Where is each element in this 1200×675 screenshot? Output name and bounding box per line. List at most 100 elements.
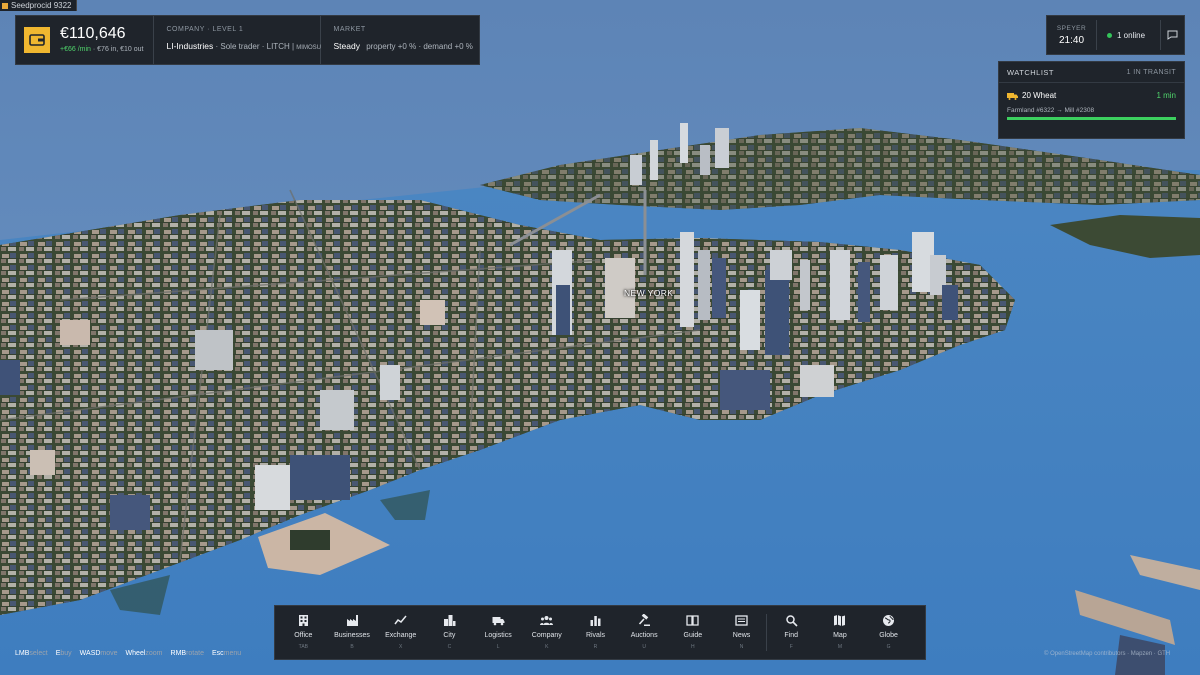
hint: LMBselect — [15, 650, 48, 657]
watchlist-eta: 1 min — [1156, 91, 1176, 100]
gavel-icon — [638, 614, 650, 626]
watchlist-cargo: 20 Wheat — [1007, 91, 1056, 100]
market-details: property +0 % · demand +0 % — [366, 42, 473, 51]
clock-block: SPEYER 21:40 — [1047, 20, 1097, 50]
toolbar-guide[interactable]: Guide H — [669, 606, 718, 659]
truck-icon — [1007, 92, 1018, 100]
office-building-icon — [298, 615, 308, 626]
newspaper-icon — [735, 615, 748, 626]
watchlist-cargo-label: 20 Wheat — [1022, 91, 1057, 100]
money-rate: +€66 /min — [60, 46, 91, 53]
toolbar-label: Businesses — [334, 632, 370, 639]
online-dot-icon — [1107, 32, 1112, 38]
online-status[interactable]: 1 online — [1097, 31, 1160, 40]
watchlist-progress-bar — [1007, 117, 1176, 120]
watchlist-item[interactable]: 20 Wheat 1 min Farmland #6322 → Mill #23… — [999, 83, 1184, 120]
toolbar-label: Company — [531, 632, 562, 639]
toolbar-shortcut: B — [350, 644, 354, 650]
hint: RMBrotate — [170, 650, 204, 657]
toolbar-shortcut: F — [789, 644, 793, 650]
city-label[interactable]: NEW YORK — [624, 288, 673, 298]
toolbar-map[interactable]: Map M — [816, 606, 865, 659]
money-in-out: · €76 in, €10 out — [92, 46, 144, 53]
chat-button[interactable] — [1160, 20, 1184, 50]
clock-panel: SPEYER 21:40 1 online — [1046, 15, 1185, 55]
watchlist-panel: WATCHLIST 1 IN TRANSIT 20 Wheat 1 min Fa… — [998, 61, 1185, 139]
city-icon — [443, 615, 456, 626]
search-icon — [785, 615, 798, 627]
people-icon — [540, 616, 554, 625]
clock-time: 21:40 — [1058, 34, 1085, 46]
toolbar-businesses[interactable]: Businesses B — [328, 606, 377, 659]
watchlist-title: WATCHLIST — [1007, 67, 1054, 77]
watchlist-progress-fill — [1007, 117, 1176, 120]
debug-icon — [2, 2, 8, 9]
debug-text: Seedprocid 9322 — [11, 1, 72, 10]
toolbar-label: City — [443, 632, 456, 639]
map-icon — [834, 615, 846, 626]
main-toolbar: Office TAB Businesses B Exchange X City … — [274, 605, 926, 660]
market-line: Steady property +0 % · demand +0 % — [333, 41, 472, 51]
toolbar-label: Logistics — [484, 632, 512, 639]
toolbar-office[interactable]: Office TAB — [279, 606, 328, 659]
toolbar-label: Exchange — [385, 632, 417, 639]
hint: Escmenu — [211, 650, 242, 657]
toolbar-shortcut: R — [593, 644, 598, 650]
watchlist-header[interactable]: WATCHLIST 1 IN TRANSIT — [999, 62, 1184, 83]
toolbar-label: Find — [784, 632, 799, 639]
toolbar-exchange[interactable]: Exchange X — [376, 606, 425, 659]
company-label: COMPANY · LEVEL 1 — [166, 26, 244, 33]
toolbar-label: Rivals — [585, 632, 605, 639]
company-name: LI-Industries — [166, 41, 214, 51]
toolbar-globe[interactable]: Globe G — [864, 606, 913, 659]
money-amount: €110,646 — [60, 25, 126, 42]
clock-city: SPEYER — [1056, 24, 1087, 32]
online-count: 1 online — [1117, 30, 1146, 40]
toolbar-city[interactable]: City C — [425, 606, 474, 659]
hint: Wheelzoom — [125, 650, 163, 657]
toolbar-shortcut: X — [399, 644, 403, 650]
company-block[interactable]: COMPANY · LEVEL 1 LI-Industries · Sole t… — [154, 16, 322, 64]
toolbar-shortcut: G — [886, 644, 891, 650]
debug-chip: Seedprocid 9322 — [0, 0, 77, 11]
book-icon — [686, 615, 699, 626]
chart-line-icon — [394, 615, 407, 625]
market-block[interactable]: MARKET Steady property +0 % · demand +0 … — [321, 16, 484, 64]
control-hints: LMBselect Ebuy WASDmove Wheelzoom RMBrot… — [15, 650, 241, 657]
toolbar-company[interactable]: Company K — [522, 606, 571, 659]
map-attribution[interactable]: © OpenStreetMap contributors · Mapzen · … — [1044, 651, 1170, 657]
toolbar-label: Guide — [683, 632, 703, 639]
toolbar-shortcut: K — [545, 644, 549, 650]
money-block[interactable]: €110,646 +€66 /min · €76 in, €10 out — [16, 16, 155, 64]
chat-icon — [1167, 30, 1178, 40]
company-details: · Sole trader · LITCH | — [215, 42, 295, 51]
company-line: LI-Industries · Sole trader · LITCH | MI… — [166, 41, 320, 51]
market-label: MARKET — [333, 26, 366, 33]
factory-icon — [346, 615, 358, 626]
toolbar-label: Map — [833, 632, 847, 639]
company-tag: MIMOSU — [296, 45, 321, 51]
toolbar-label: Auctions — [630, 632, 658, 639]
toolbar-find[interactable]: Find F — [767, 606, 816, 659]
toolbar-shortcut: M — [837, 644, 842, 650]
toolbar-news[interactable]: News N — [717, 606, 766, 659]
bar-chart-icon — [590, 616, 601, 626]
toolbar-label: Office — [294, 632, 313, 639]
pier-park — [290, 530, 330, 550]
toolbar-rivals[interactable]: Rivals R — [571, 606, 620, 659]
toolbar-shortcut: L — [496, 644, 500, 650]
wallet-icon — [24, 27, 50, 53]
watchlist-transit-count: 1 IN TRANSIT — [1126, 68, 1176, 76]
toolbar-logistics[interactable]: Logistics L — [474, 606, 523, 659]
toolbar-shortcut: C — [447, 644, 452, 650]
toolbar-shortcut: N — [739, 644, 744, 650]
toolbar-label: News — [732, 632, 751, 639]
toolbar-shortcut: U — [642, 644, 646, 650]
hint: WASDmove — [79, 650, 118, 657]
hint: Ebuy — [55, 650, 72, 657]
toolbar-auctions[interactable]: Auctions U — [620, 606, 669, 659]
market-status: Steady — [333, 41, 360, 51]
toolbar-shortcut: TAB — [298, 644, 309, 650]
toolbar-shortcut: H — [691, 644, 695, 650]
status-panel: €110,646 +€66 /min · €76 in, €10 out COM… — [15, 15, 480, 65]
